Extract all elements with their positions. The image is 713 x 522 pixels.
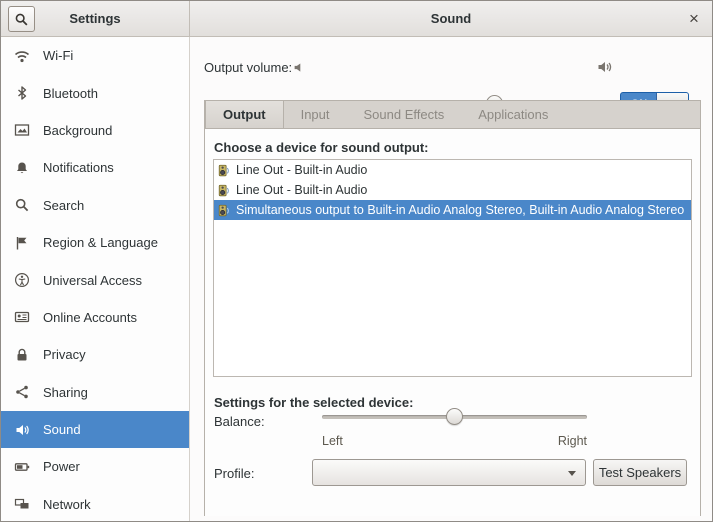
headerbar-sidebar-section: Settings [1, 1, 190, 36]
headerbar-main-section: Sound × [190, 1, 712, 36]
sound-notebook: Output Input Sound Effects Applications … [204, 100, 701, 516]
device-row[interactable]: Line Out - Built-in Audio [214, 160, 691, 180]
audio-card-icon [218, 204, 231, 217]
profile-label: Profile: [214, 466, 254, 481]
balance-slider-handle[interactable] [446, 408, 463, 425]
settings-sidebar: Wi-Fi Bluetooth Background Notifications… [1, 37, 190, 521]
sidebar-item-sound[interactable]: Sound [1, 411, 189, 448]
window-title: Sound [190, 11, 712, 26]
device-label: Line Out - Built-in Audio [236, 163, 367, 177]
test-speakers-button[interactable]: Test Speakers [593, 459, 687, 486]
sidebar-item-label: Sharing [43, 385, 88, 400]
device-row-selected[interactable]: Simultaneous output to Built-in Audio An… [214, 200, 691, 220]
sidebar-item-online-accounts[interactable]: Online Accounts [1, 299, 189, 336]
power-icon [14, 459, 30, 475]
sidebar-item-network[interactable]: Network [1, 486, 189, 521]
sidebar-item-sharing[interactable]: Sharing [1, 374, 189, 411]
sidebar-item-bluetooth[interactable]: Bluetooth [1, 74, 189, 111]
settings-window: Settings Sound × Wi-Fi Bluetooth Backgro… [0, 0, 713, 522]
balance-slider[interactable] [322, 407, 587, 427]
audio-card-icon [218, 164, 231, 177]
sidebar-item-search[interactable]: Search [1, 187, 189, 224]
sidebar-item-label: Network [43, 497, 91, 512]
sharing-icon [14, 384, 30, 400]
choose-device-label: Choose a device for sound output: [214, 140, 429, 155]
device-label: Line Out - Built-in Audio [236, 183, 367, 197]
device-row[interactable]: Line Out - Built-in Audio [214, 180, 691, 200]
wifi-icon [14, 48, 30, 64]
sound-icon [14, 422, 30, 438]
tab-sound-effects[interactable]: Sound Effects [347, 101, 462, 128]
network-icon [14, 496, 30, 512]
balance-left-label: Left [322, 434, 343, 448]
tabstrip: Output Input Sound Effects Applications [205, 101, 700, 129]
tab-output[interactable]: Output [205, 101, 284, 128]
sidebar-item-label: Sound [43, 422, 81, 437]
sidebar-item-label: Wi-Fi [43, 48, 73, 63]
sidebar-item-notifications[interactable]: Notifications [1, 149, 189, 186]
tab-applications[interactable]: Applications [461, 101, 565, 128]
output-device-list[interactable]: Line Out - Built-in Audio Line Out - Bui… [213, 159, 692, 377]
sidebar-item-label: Search [43, 198, 84, 213]
audio-card-icon [218, 184, 231, 197]
chevron-down-icon [568, 471, 576, 476]
sidebar-item-wifi[interactable]: Wi-Fi [1, 37, 189, 74]
notifications-icon [14, 160, 30, 176]
speaker-low-icon [293, 61, 306, 74]
speaker-high-icon [597, 59, 613, 75]
bluetooth-icon [14, 85, 30, 101]
privacy-icon [14, 347, 30, 363]
background-icon [14, 122, 30, 138]
sidebar-title: Settings [1, 11, 189, 26]
sidebar-item-privacy[interactable]: Privacy [1, 336, 189, 373]
search-icon [14, 197, 30, 213]
close-button[interactable]: × [682, 7, 706, 31]
sidebar-item-background[interactable]: Background [1, 112, 189, 149]
sidebar-item-label: Universal Access [43, 273, 142, 288]
device-label: Simultaneous output to Built-in Audio An… [236, 203, 684, 217]
universal-access-icon [14, 272, 30, 288]
output-volume-label: Output volume: [204, 60, 292, 75]
sidebar-item-label: Bluetooth [43, 86, 98, 101]
profile-dropdown[interactable] [312, 459, 586, 486]
sidebar-item-region-language[interactable]: Region & Language [1, 224, 189, 261]
sidebar-item-label: Notifications [43, 160, 114, 175]
region-language-icon [14, 235, 30, 251]
sidebar-item-label: Region & Language [43, 235, 158, 250]
headerbar: Settings Sound × [1, 1, 712, 37]
balance-end-labels: Left Right [322, 434, 587, 448]
sidebar-item-label: Power [43, 459, 80, 474]
tab-input[interactable]: Input [284, 101, 347, 128]
output-tab-page: Choose a device for sound output: Line O… [205, 129, 700, 516]
online-accounts-icon [14, 309, 30, 325]
sidebar-item-label: Online Accounts [43, 310, 137, 325]
sidebar-item-label: Background [43, 123, 112, 138]
balance-right-label: Right [558, 434, 587, 448]
balance-label: Balance: [214, 414, 265, 429]
sidebar-item-universal-access[interactable]: Universal Access [1, 261, 189, 298]
sidebar-item-power[interactable]: Power [1, 448, 189, 485]
sidebar-item-label: Privacy [43, 347, 86, 362]
sound-panel: Output volume: 100% ON Output Input Soun… [191, 37, 712, 521]
